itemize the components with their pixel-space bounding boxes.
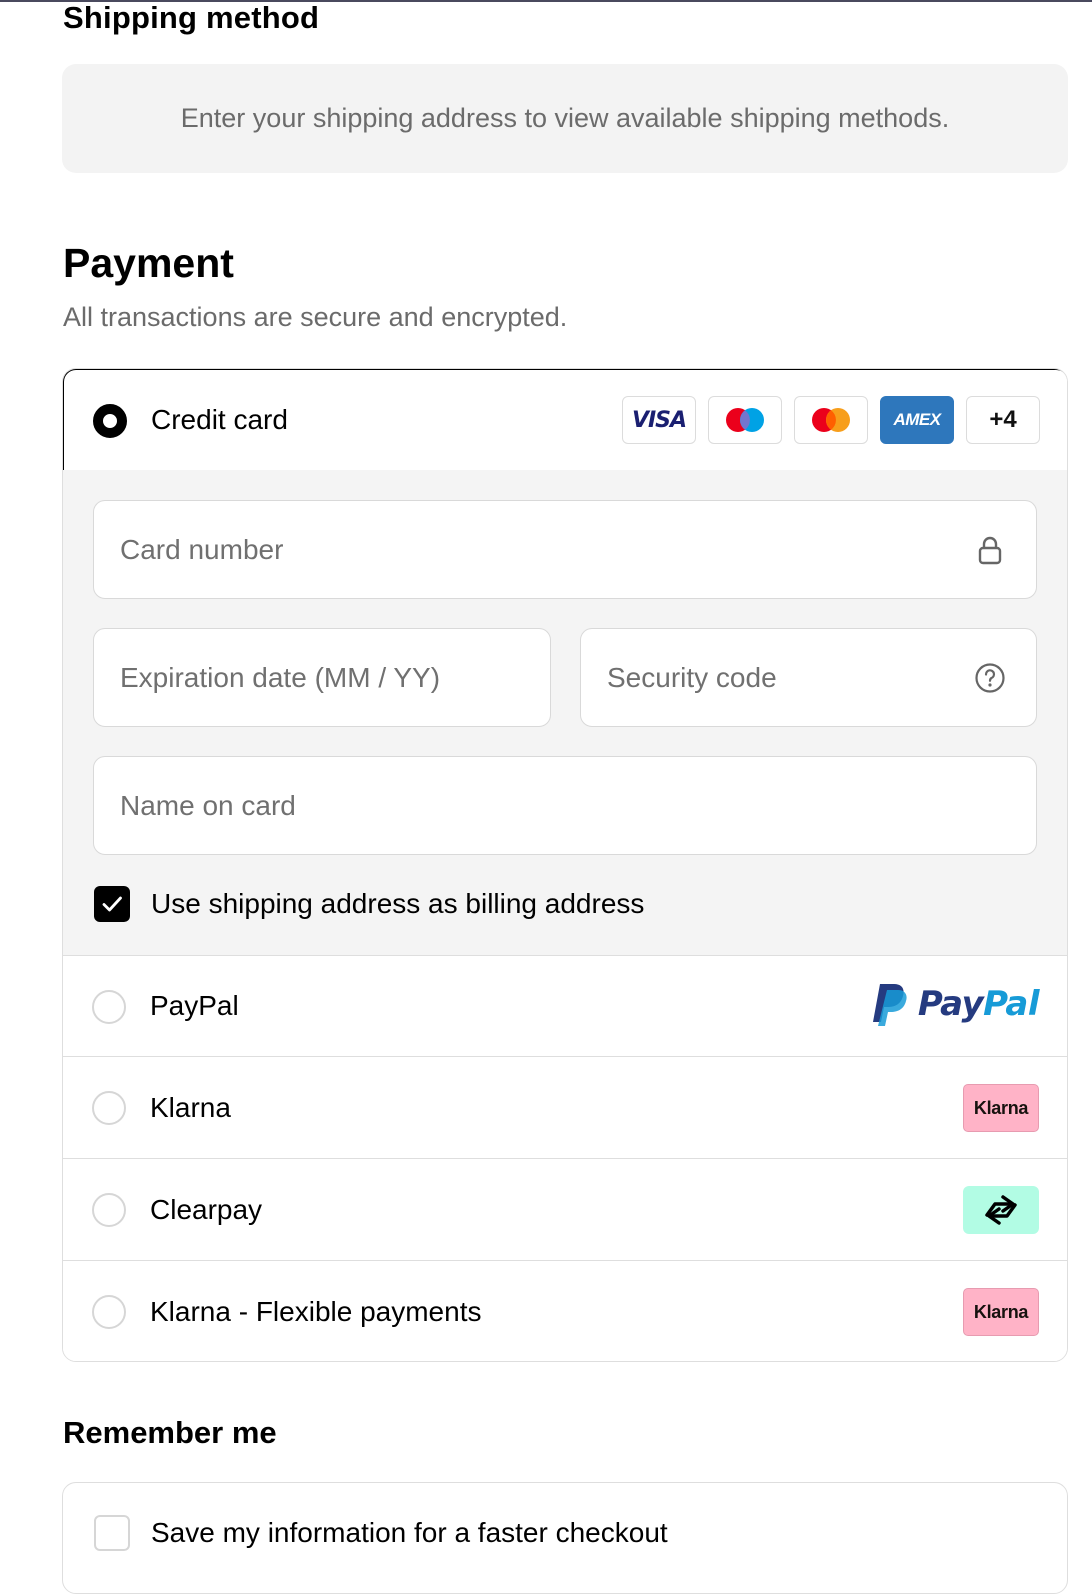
payment-option-clearpay[interactable]: Clearpay (63, 1159, 1067, 1261)
remember-me-box: Save my information for a faster checkou… (62, 1482, 1068, 1594)
lock-icon (978, 536, 1002, 565)
shipping-notice-text: Enter your shipping address to view avai… (180, 103, 950, 133)
security-code-input[interactable] (605, 629, 928, 727)
clearpay-arrows-icon (985, 1195, 1017, 1225)
expiration-date-field[interactable] (93, 628, 551, 727)
payment-option-credit-card[interactable]: Credit card VISA AMEX +4 (63, 369, 1067, 473)
amex-logo: AMEX (880, 396, 954, 444)
name-on-card-input[interactable] (118, 757, 876, 855)
credit-card-form: Use shipping address as billing address (63, 470, 1067, 956)
payment-methods-group: Credit card VISA AMEX +4 Card number Exp… (62, 368, 1068, 1362)
save-info-label: Save my information for a faster checkou… (151, 1517, 668, 1548)
paypal-logo-pay: Pay (917, 984, 984, 1024)
paypal-logo-pal: Pal (983, 984, 1039, 1024)
credit-card-label: Credit card (151, 404, 288, 435)
paypal-label: PayPal (150, 990, 239, 1021)
name-on-card-field[interactable] (93, 756, 1037, 855)
payment-option-paypal[interactable]: PayPal PayPal (63, 956, 1067, 1057)
payment-heading: Payment (63, 240, 234, 286)
card-number-input[interactable] (118, 501, 876, 599)
payment-option-klarna[interactable]: Klarna Klarna (63, 1057, 1067, 1159)
paypal-radio[interactable] (92, 990, 126, 1024)
billing-same-checkbox[interactable] (94, 886, 130, 922)
klarna-logo: Klarna (963, 1084, 1039, 1132)
credit-card-radio[interactable] (93, 404, 127, 438)
checkmark-icon (102, 896, 122, 912)
clearpay-radio[interactable] (92, 1193, 126, 1227)
help-circle-icon[interactable] (974, 662, 1006, 694)
maestro-logo (708, 396, 782, 444)
klarna-flexible-label: Klarna - Flexible payments (150, 1296, 482, 1327)
shipping-method-heading: Shipping method (63, 0, 320, 35)
billing-same-label: Use shipping address as billing address (151, 888, 645, 919)
expiration-date-input[interactable] (118, 629, 487, 727)
remember-me-heading: Remember me (63, 1415, 277, 1450)
paypal-p-icon (872, 984, 907, 1026)
clearpay-logo (963, 1186, 1039, 1234)
klarna-flexible-radio[interactable] (92, 1295, 126, 1329)
payment-option-klarna-flexible[interactable]: Klarna - Flexible payments Klarna (63, 1261, 1067, 1361)
klarna-flexible-logo: Klarna (963, 1288, 1039, 1336)
mastercard-logo (794, 396, 868, 444)
visa-logo: VISA (622, 396, 696, 444)
klarna-radio[interactable] (92, 1091, 126, 1125)
payment-subtitle: All transactions are secure and encrypte… (63, 302, 568, 332)
card-brand-logos: VISA AMEX +4 (622, 396, 1040, 444)
clearpay-label: Clearpay (150, 1194, 263, 1225)
shipping-method-notice: Enter your shipping address to view avai… (62, 64, 1068, 173)
security-code-field[interactable] (580, 628, 1037, 727)
save-info-checkbox[interactable] (94, 1515, 130, 1551)
card-number-field[interactable] (93, 500, 1037, 599)
more-card-brands: +4 (966, 396, 1040, 444)
klarna-label: Klarna (150, 1092, 231, 1123)
paypal-logo: PayPal (872, 982, 1039, 1026)
